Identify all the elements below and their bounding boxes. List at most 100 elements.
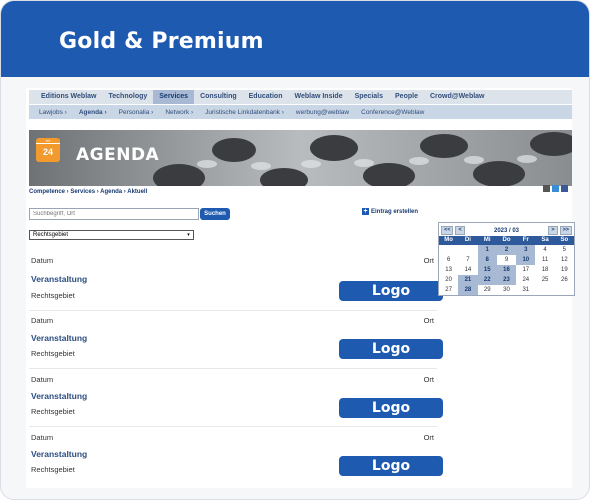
subnav-item[interactable]: Juristische Linkdatenbank › bbox=[199, 109, 290, 116]
calendar-day[interactable]: 26 bbox=[555, 275, 574, 285]
divider bbox=[29, 426, 437, 427]
event-datum: Datum bbox=[31, 316, 54, 325]
search-input[interactable] bbox=[29, 208, 199, 220]
prev-month-button[interactable]: < bbox=[455, 226, 465, 235]
calendar-day[interactable]: 10 bbox=[516, 255, 536, 265]
nav-item[interactable]: Consulting bbox=[194, 90, 243, 104]
divider bbox=[29, 310, 437, 311]
facebook-icon[interactable] bbox=[561, 185, 568, 192]
calendar-empty-cell bbox=[458, 245, 477, 255]
event-ort: Ort bbox=[423, 256, 434, 265]
weekday-header: Do bbox=[496, 236, 517, 245]
rechtsgebiet-select[interactable]: Rechtsgebiet ▾ bbox=[29, 230, 194, 240]
calendar-day[interactable]: 2 bbox=[496, 245, 517, 255]
calendar-day[interactable]: 16 bbox=[496, 265, 517, 275]
subnav-item[interactable]: Network › bbox=[159, 109, 199, 116]
calendar-grid: Mo Di Mi Do Fr Sa So 1 2 3 4 5 6 7 8 9 10 11 12 13 14 15 16 17 1… bbox=[439, 236, 574, 295]
calendar-day[interactable]: 21 bbox=[458, 275, 478, 285]
calendar-day[interactable]: 23 bbox=[496, 275, 517, 285]
next-month-button[interactable]: > bbox=[548, 226, 558, 235]
nav-item[interactable]: Crowd@Weblaw bbox=[424, 90, 491, 104]
calendar-empty-cell bbox=[439, 245, 458, 255]
event-rechtsgebiet: Rechtsgebiet bbox=[31, 407, 75, 416]
agenda-hero: ▪▪▪ 24 AGENDA bbox=[29, 130, 572, 186]
subnav-item[interactable]: Lawjobs › bbox=[29, 109, 73, 116]
event-title[interactable]: Veranstaltung bbox=[31, 449, 87, 459]
calendar-day[interactable]: 24 bbox=[516, 275, 535, 285]
calendar-day[interactable]: 13 bbox=[439, 265, 458, 275]
prev-year-button[interactable]: << bbox=[441, 226, 454, 235]
subnav-item[interactable]: Conference@Weblaw bbox=[355, 109, 430, 116]
event-datum: Datum bbox=[31, 375, 54, 384]
calendar-day[interactable]: 15 bbox=[477, 265, 497, 275]
event-datum: Datum bbox=[31, 433, 54, 442]
event-header: Datum Ort bbox=[31, 433, 434, 442]
event-logo[interactable]: Logo bbox=[339, 456, 443, 476]
calendar-day[interactable]: 29 bbox=[478, 285, 497, 295]
search-button[interactable]: Suchen bbox=[200, 208, 230, 220]
weekday-header: Di bbox=[458, 236, 478, 245]
create-entry-label: Eintrag erstellen bbox=[371, 208, 419, 215]
twitter-icon[interactable] bbox=[552, 185, 559, 192]
event-ort: Ort bbox=[423, 433, 434, 442]
event-ort: Ort bbox=[423, 375, 434, 384]
weekday-header: Fr bbox=[516, 236, 536, 245]
nav-item-active[interactable]: Services bbox=[153, 90, 195, 104]
create-entry-link[interactable]: + Eintrag erstellen bbox=[362, 208, 418, 215]
nav-item[interactable]: Weblaw Inside bbox=[288, 90, 348, 104]
calendar-day[interactable]: 14 bbox=[458, 265, 477, 275]
sub-navigation: Lawjobs › Agenda › Personalia › Network … bbox=[29, 105, 572, 119]
weekday-header: Sa bbox=[535, 236, 555, 245]
calendar-day[interactable]: 12 bbox=[555, 255, 574, 265]
event-rechtsgebiet: Rechtsgebiet bbox=[31, 291, 75, 300]
calendar-day[interactable]: 27 bbox=[439, 285, 458, 295]
calendar-day[interactable]: 20 bbox=[439, 275, 458, 285]
calendar-day[interactable]: 19 bbox=[555, 265, 574, 275]
event-logo[interactable]: Logo bbox=[339, 281, 443, 301]
calendar-day[interactable]: 25 bbox=[535, 275, 554, 285]
calendar-day[interactable]: 8 bbox=[477, 255, 497, 265]
calendar-day[interactable]: 7 bbox=[458, 255, 477, 265]
calendar-month-label: 2023 / 03 bbox=[493, 227, 520, 234]
calendar-day[interactable]: 30 bbox=[497, 285, 516, 295]
calendar-day[interactable]: 22 bbox=[477, 275, 497, 285]
calendar-day[interactable]: 11 bbox=[535, 255, 554, 265]
subnav-item[interactable]: werbung@weblaw bbox=[290, 109, 355, 116]
calendar-header: << < 2023 / 03 > >> bbox=[439, 223, 574, 236]
print-icon[interactable] bbox=[543, 185, 550, 192]
weekday-header: So bbox=[554, 236, 574, 245]
calendar-day[interactable]: 6 bbox=[439, 255, 458, 265]
event-rechtsgebiet: Rechtsgebiet bbox=[31, 465, 75, 474]
calendar-day[interactable]: 5 bbox=[555, 245, 574, 255]
calendar-day[interactable]: 4 bbox=[535, 245, 554, 255]
calendar-empty-cell bbox=[555, 285, 574, 295]
calendar-day[interactable]: 9 bbox=[497, 255, 516, 265]
breadcrumb[interactable]: Competence › Services › Agenda › Aktuell bbox=[29, 189, 147, 195]
nav-item[interactable]: People bbox=[389, 90, 424, 104]
nav-item[interactable]: Education bbox=[243, 90, 289, 104]
nav-item[interactable]: Technology bbox=[103, 90, 154, 104]
event-title[interactable]: Veranstaltung bbox=[31, 274, 87, 284]
event-ort: Ort bbox=[423, 316, 434, 325]
calendar-day[interactable]: 18 bbox=[535, 265, 554, 275]
banner-title: Gold & Premium bbox=[59, 29, 264, 54]
event-header: Datum Ort bbox=[31, 316, 434, 325]
main-navigation: Editions Weblaw Technology Services Cons… bbox=[29, 90, 572, 104]
top-banner: Gold & Premium bbox=[1, 1, 589, 77]
event-logo[interactable]: Logo bbox=[339, 339, 443, 359]
calendar-icon: ▪▪▪ 24 bbox=[36, 138, 60, 162]
event-title[interactable]: Veranstaltung bbox=[31, 333, 87, 343]
calendar-day[interactable]: 3 bbox=[516, 245, 536, 255]
nav-item[interactable]: Specials bbox=[349, 90, 389, 104]
calendar-day[interactable]: 1 bbox=[477, 245, 497, 255]
subnav-item-active[interactable]: Agenda › bbox=[73, 109, 113, 116]
subnav-item[interactable]: Personalia › bbox=[113, 109, 160, 116]
next-year-button[interactable]: >> bbox=[559, 226, 572, 235]
calendar-day[interactable]: 28 bbox=[458, 285, 478, 295]
event-logo[interactable]: Logo bbox=[339, 398, 443, 418]
share-icons bbox=[543, 185, 568, 192]
calendar-day[interactable]: 31 bbox=[516, 285, 535, 295]
event-title[interactable]: Veranstaltung bbox=[31, 391, 87, 401]
nav-item[interactable]: Editions Weblaw bbox=[29, 90, 103, 104]
calendar-day[interactable]: 17 bbox=[516, 265, 535, 275]
